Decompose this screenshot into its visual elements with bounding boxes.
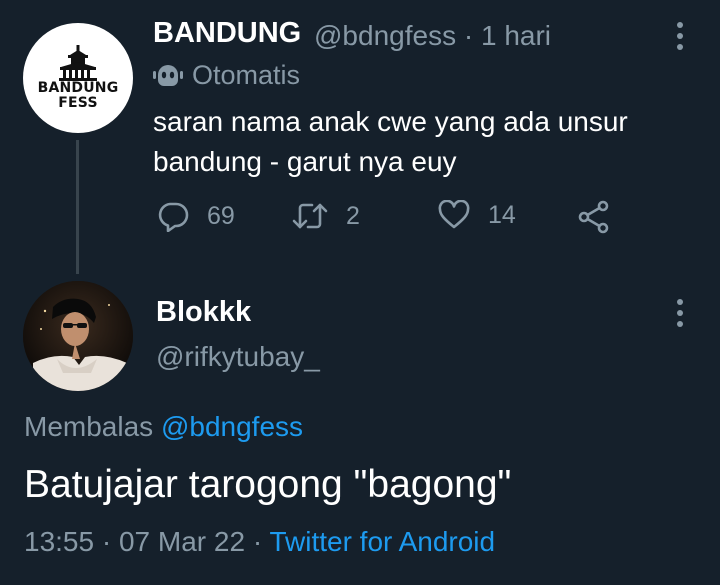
thread-line	[76, 140, 79, 274]
retweet-icon	[292, 203, 328, 229]
tweet-meta: @bdngfess · 1 hari	[314, 20, 551, 52]
reply-footer: 13:55 · 07 Mar 22 · Twitter for Android	[24, 526, 495, 558]
author-handle[interactable]: @bdngfess	[314, 20, 456, 51]
reply-count: 69	[207, 201, 235, 230]
replying-prefix: Membalas	[24, 411, 154, 442]
reply-source[interactable]: Twitter for Android	[269, 526, 495, 557]
tweet-time[interactable]: 1 hari	[481, 20, 551, 51]
reply-author-handle[interactable]: @rifkytubay_	[156, 341, 320, 373]
author-name[interactable]: BANDUNG	[153, 17, 301, 50]
replying-to: Membalas @bdngfess	[24, 411, 303, 443]
retweet-button[interactable]: 2	[292, 200, 360, 232]
reply-icon	[158, 202, 189, 232]
automated-label: Otomatis	[192, 60, 301, 90]
reply-date[interactable]: 07 Mar 22	[119, 526, 245, 557]
reply-button[interactable]: 69	[157, 200, 235, 232]
more-vertical-icon[interactable]	[676, 22, 684, 50]
heart-icon	[438, 200, 470, 229]
share-button[interactable]	[578, 200, 610, 234]
tweet-text: saran nama anak cwe yang ada unsur bandu…	[153, 106, 628, 177]
like-count: 14	[488, 200, 516, 229]
avatar-logo-text-1: BANDUNG	[37, 80, 119, 96]
robot-icon	[153, 65, 183, 86]
like-button[interactable]: 14	[438, 200, 516, 230]
building-logo-icon	[59, 45, 97, 81]
reply-time[interactable]: 13:55	[24, 526, 94, 557]
replying-mention[interactable]: @bdngfess	[161, 411, 303, 442]
retweet-count: 2	[346, 201, 360, 230]
avatar-logo-text-2: FESS	[58, 95, 98, 111]
reply-author-name[interactable]: Blokkk	[156, 296, 251, 329]
meta-separator: ·	[463, 20, 474, 51]
share-icon	[578, 200, 609, 234]
footer-separator-1: ·	[101, 526, 112, 557]
avatar-bandung-fess[interactable]: BANDUNG FESS	[23, 23, 133, 133]
more-vertical-icon[interactable]	[676, 299, 684, 327]
footer-separator-2: ·	[252, 526, 263, 557]
reply-text: Batujajar tarogong "bagong"	[24, 463, 512, 506]
avatar-blokkk[interactable]	[23, 281, 133, 391]
user-photo	[23, 281, 133, 391]
